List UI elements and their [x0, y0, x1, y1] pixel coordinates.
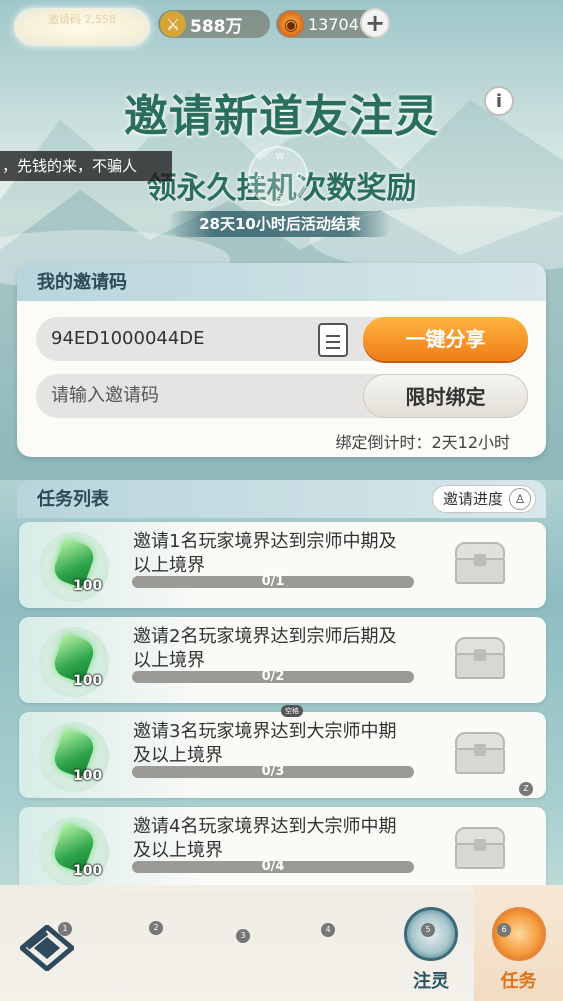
- task-progress-text: 0/1: [261, 574, 285, 589]
- key-hint-5: 5: [421, 923, 435, 937]
- key-hint-2: 2: [149, 921, 163, 935]
- task-item[interactable]: 100 邀请1名玩家境界达到宗师中期及以上境界 0/1: [19, 522, 546, 608]
- top-bar: 邀请码 2,558 ⚔ 588万 ◉ 13704 +: [0, 6, 563, 46]
- treasure-chest-icon[interactable]: [455, 542, 505, 584]
- treasure-chest-icon[interactable]: [455, 637, 505, 679]
- key-hint-6: 6: [497, 923, 511, 937]
- task-progress-bar: 0/1: [132, 574, 414, 589]
- compass-w: W: [276, 152, 284, 161]
- invite-badge-text: 邀请码 2,558: [48, 13, 116, 26]
- nav-tab-task[interactable]: 任务: [474, 885, 563, 1001]
- task-description: 邀请4名玩家境界达到大宗师中期及以上境界: [133, 816, 397, 861]
- task-description: 邀请1名玩家境界达到宗师中期及以上境界: [133, 531, 397, 576]
- key-hint-4: 4: [321, 923, 335, 937]
- task-progress-bar: 0/2: [132, 669, 414, 684]
- reward-quantity: 100: [73, 673, 103, 689]
- invite-progress-button[interactable]: 邀请进度 ♙: [431, 485, 536, 513]
- chat-marquee: ，先钱的来，不骗人: [0, 151, 172, 181]
- treasure-chest-icon[interactable]: [455, 827, 505, 869]
- currency-gems-value: 13704: [308, 14, 359, 34]
- treasure-chest-icon[interactable]: [455, 732, 505, 774]
- task-item[interactable]: 100 邀请2名玩家境界达到宗师后期及以上境界 0/2: [19, 617, 546, 703]
- task-progress-bar: 0/4: [132, 859, 414, 874]
- bottom-nav: 1 2 3 4 注灵 5 任务 6: [0, 885, 563, 1001]
- add-currency-button[interactable]: +: [360, 8, 390, 38]
- user-plus-icon: ♙: [509, 488, 531, 510]
- event-timer: 28天10小时后活动结束: [168, 211, 392, 237]
- key-hint-z: Z: [519, 782, 533, 796]
- key-hint-1: 1: [58, 922, 72, 936]
- nav-zhuling-label: 注灵: [413, 971, 449, 992]
- currency-power[interactable]: ⚔ 588万: [158, 10, 270, 38]
- bind-countdown: 绑定倒计时：2天12小时: [335, 433, 510, 452]
- reward-quantity: 100: [73, 768, 103, 784]
- task-progress-text: 0/4: [261, 859, 285, 874]
- info-button[interactable]: i: [484, 86, 514, 116]
- nav-task-label: 任务: [500, 971, 537, 992]
- reward-quantity: 100: [73, 863, 103, 879]
- task-progress-text: 0/3: [261, 764, 285, 779]
- task-progress-bar: 0/3: [132, 764, 414, 779]
- invite-card-header: 我的邀请码: [17, 263, 546, 301]
- task-item[interactable]: 100 邀请3名玩家境界达到大宗师中期及以上境界 0/3: [19, 712, 546, 798]
- bind-button[interactable]: 限时绑定: [363, 374, 528, 418]
- spirit-coin-icon: ◉: [278, 11, 304, 37]
- task-progress-text: 0/2: [261, 669, 285, 684]
- banner-title: 邀请新道友注灵: [0, 80, 563, 144]
- share-button[interactable]: 一键分享: [363, 317, 528, 361]
- compass-a: A: [256, 172, 262, 181]
- copy-icon[interactable]: [313, 319, 348, 357]
- title-main: 邀请新道友: [124, 91, 349, 142]
- task-list-header: 任务列表 邀请进度 ♙: [17, 480, 546, 518]
- task-list-title: 任务列表: [37, 489, 109, 510]
- nav-tab-zhuling[interactable]: 注灵: [396, 903, 466, 995]
- task-description: 邀请3名玩家境界达到大宗师中期及以上境界: [133, 721, 397, 766]
- invite-progress-label: 邀请进度: [442, 490, 503, 508]
- crossed-swords-icon: ⚔: [160, 11, 186, 37]
- key-hint-3: 3: [236, 929, 250, 943]
- spacebar-hint: 空格: [281, 705, 303, 717]
- reward-quantity: 100: [73, 578, 103, 594]
- task-item[interactable]: 100 邀请4名玩家境界达到大宗师中期及以上境界 0/4: [19, 807, 546, 893]
- title-highlight: 注灵: [349, 91, 439, 142]
- invite-code-card: 我的邀请码 94ED1000044DE 一键分享 请输入邀请码 限时绑定 绑定倒…: [17, 263, 546, 457]
- wasd-compass-overlay: W A D S: [248, 146, 308, 206]
- currency-power-value: 588万: [190, 16, 243, 37]
- task-description: 邀请2名玩家境界达到宗师后期及以上境界: [133, 626, 397, 671]
- task-list-card: 任务列表 邀请进度 ♙ 100 邀请1名玩家境界达到宗师中期及以上境界 0/1 …: [17, 480, 546, 900]
- invite-badge[interactable]: 邀请码 2,558: [14, 8, 150, 46]
- compass-s: S: [277, 192, 283, 201]
- compass-d: D: [296, 172, 303, 181]
